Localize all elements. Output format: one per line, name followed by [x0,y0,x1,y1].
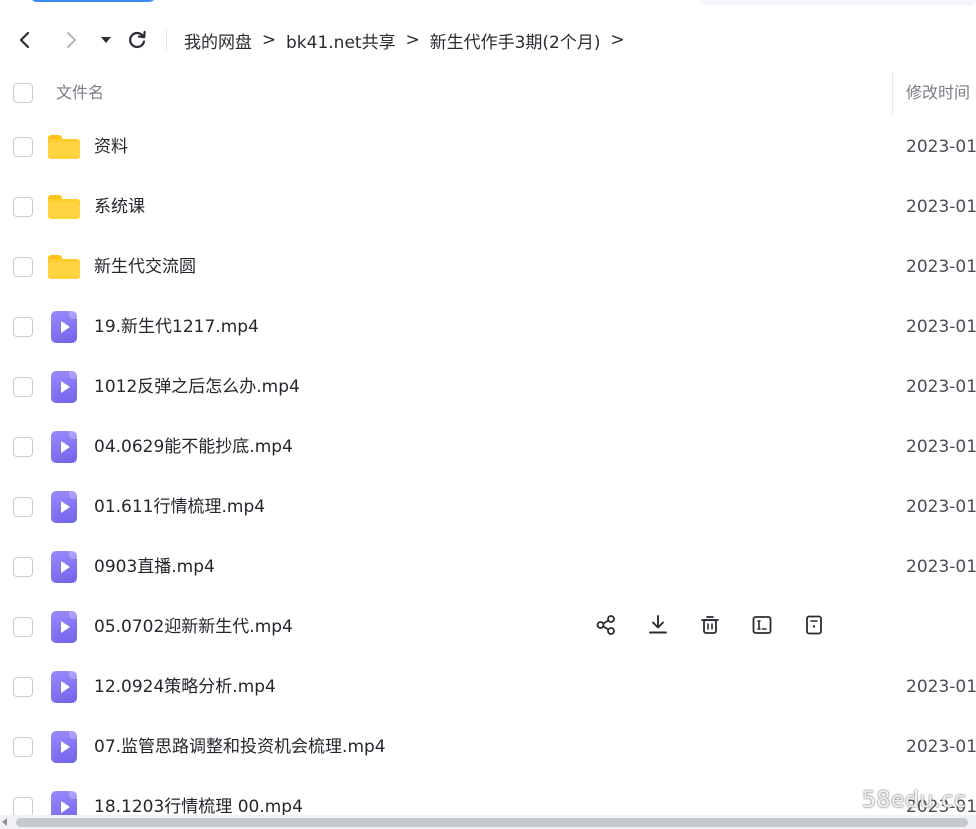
file-row[interactable]: 0903直播.mp4 2023-01 [0,537,976,597]
video-file-icon [48,731,80,763]
row-checkbox[interactable] [13,197,33,217]
folder-row[interactable]: 资料 2023-01 [0,117,976,177]
file-browser: 我的网盘 > bk41.net共享 > 新生代作手3期(2个月) > 文件名 修改时间 资… [0,0,976,829]
row-checkbox[interactable] [13,497,33,517]
share-button[interactable] [590,611,622,643]
file-name[interactable]: 01.611行情梳理.mp4 [94,477,265,537]
video-file-icon [48,311,80,343]
download-icon [647,614,669,640]
watermark: 58edu.cc [862,788,967,813]
rename-button[interactable] [746,611,778,643]
file-name[interactable]: 19.新生代1217.mp4 [94,297,259,357]
video-file-icon [48,431,80,463]
row-checkbox[interactable] [13,317,33,337]
more-info-button[interactable] [798,611,830,643]
folder-row[interactable]: 系统课 2023-01 [0,177,976,237]
scroll-left-arrow-icon[interactable] [2,818,7,826]
video-file-icon [48,551,80,583]
file-list: 资料 2023-01 系统课 2023-01 新生代交流圆 2023-01 19.新生代12… [0,0,976,829]
modified-time: 2023-01 [906,437,976,457]
checkbox-box[interactable] [13,197,33,217]
file-name[interactable]: 0903直播.mp4 [94,537,215,597]
video-file-icon [48,491,80,523]
scrollbar-thumb[interactable] [16,818,968,827]
folder-icon [48,191,80,223]
video-file-icon [48,371,80,403]
share-icon [595,614,617,640]
row-checkbox[interactable] [13,437,33,457]
file-name[interactable]: 资料 [94,117,128,177]
checkbox-box[interactable] [13,617,33,637]
modified-time: 2023-01 [906,737,976,757]
file-row[interactable]: 12.0924策略分析.mp4 2023-01 [0,657,976,717]
folder-row[interactable]: 新生代交流圆 2023-01 [0,237,976,297]
rename-icon [751,614,773,640]
file-row[interactable]: 1012反弹之后怎么办.mp4 2023-01 [0,357,976,417]
modified-time: 2023-01 [906,677,976,697]
row-checkbox[interactable] [13,797,33,817]
modified-time: 2023-01 [906,137,976,157]
modified-time: 2023-01 [906,197,976,217]
file-name[interactable]: 07.监管思路调整和投资机会梳理.mp4 [94,717,386,777]
more-info-icon [803,614,825,640]
row-checkbox[interactable] [13,737,33,757]
row-checkbox[interactable] [13,137,33,157]
checkbox-box[interactable] [13,557,33,577]
row-checkbox[interactable] [13,377,33,397]
checkbox-box[interactable] [13,497,33,517]
file-row[interactable]: 07.监管思路调整和投资机会梳理.mp4 2023-01 [0,717,976,777]
checkbox-box[interactable] [13,437,33,457]
file-row[interactable]: 05.0702迎新新生代.mp4 [0,597,976,657]
modified-time: 2023-01 [906,257,976,277]
file-name[interactable]: 系统课 [94,177,145,237]
checkbox-box[interactable] [13,137,33,157]
modified-time: 2023-01 [906,497,976,517]
video-file-icon [48,611,80,643]
file-name[interactable]: 新生代交流圆 [94,237,196,297]
horizontal-scrollbar[interactable] [0,815,976,829]
file-name[interactable]: 04.0629能不能抄底.mp4 [94,417,293,477]
row-checkbox[interactable] [13,557,33,577]
modified-time: 2023-01 [906,317,976,337]
file-name[interactable]: 05.0702迎新新生代.mp4 [94,597,293,657]
row-action-toolbar [590,611,850,643]
file-row[interactable]: 19.新生代1217.mp4 2023-01 [0,297,976,357]
checkbox-box[interactable] [13,257,33,277]
file-row[interactable]: 04.0629能不能抄底.mp4 2023-01 [0,417,976,477]
modified-time: 2023-01 [906,377,976,397]
checkbox-box[interactable] [13,317,33,337]
row-checkbox[interactable] [13,257,33,277]
file-name[interactable]: 1012反弹之后怎么办.mp4 [94,357,300,417]
file-row[interactable]: 01.611行情梳理.mp4 2023-01 [0,477,976,537]
checkbox-box[interactable] [13,737,33,757]
folder-icon [48,131,80,163]
folder-icon [48,251,80,283]
download-button[interactable] [642,611,674,643]
checkbox-box[interactable] [13,377,33,397]
checkbox-box[interactable] [13,677,33,697]
video-file-icon [48,671,80,703]
checkbox-box[interactable] [13,797,33,817]
delete-icon [699,614,721,640]
modified-time: 2023-01 [906,557,976,577]
row-checkbox[interactable] [13,677,33,697]
row-checkbox[interactable] [13,617,33,637]
delete-button[interactable] [694,611,726,643]
file-name[interactable]: 12.0924策略分析.mp4 [94,657,276,717]
